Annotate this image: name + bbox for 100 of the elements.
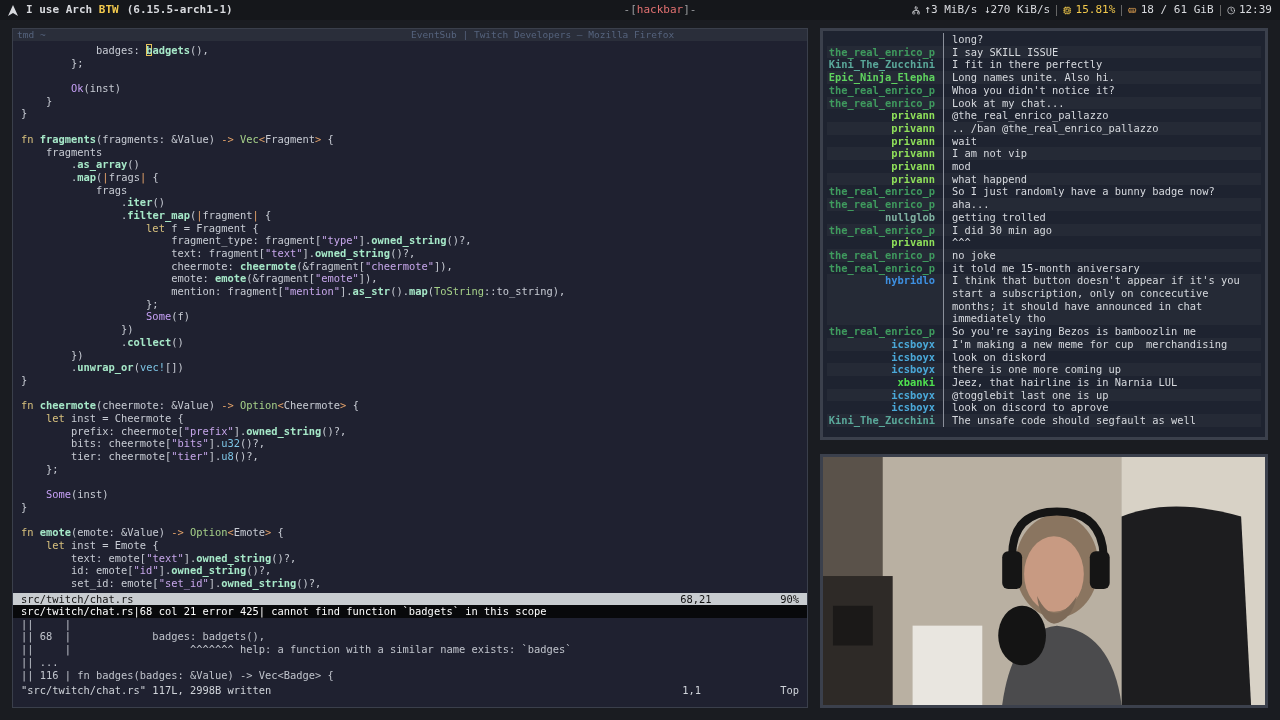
chat-username[interactable]: hybridlo [884,274,935,287]
workspace-title: -[hackbar]- [623,1,697,18]
chat-username[interactable]: the_real_enrico_p [828,261,935,274]
chat-username[interactable]: the_real_enrico_p [828,325,935,338]
arch-logo-icon [8,4,18,16]
chat-message: Jeez, that hairline is in Narnia LUL [952,376,1179,389]
code-line: bits: cheermote["bits"].u32()?, [70,437,265,450]
chat-message: mod [952,160,972,173]
chat-username[interactable]: privann [891,236,935,249]
code-line: fn fragments(fragments: &Value) -> Vec<Fragment> { [21,132,334,146]
chat-username[interactable]: icsboyx [891,388,935,401]
chat-username[interactable]: icsboyx [891,350,935,363]
code-line: .as_array() [70,158,140,171]
code-line: } [45,94,53,108]
chat-username[interactable]: icsboyx [891,401,935,414]
chat-message: it told me 15-month aniversary [952,261,1141,275]
chat-message: there is one more coming up [952,363,1122,376]
code-line: Some(inst) [45,488,109,501]
cpu-usage: 15.81% [1075,1,1116,18]
os-label: I use Arch BTW [26,1,119,18]
chat-message: what happend [952,172,1029,186]
chat-username[interactable]: Epic_Ninja_Elepha [828,71,935,84]
chat-message: I say SKILL ISSUE [952,45,1060,59]
quickfix-line[interactable]: || ... [21,655,59,669]
quickfix-line[interactable]: || | ^^^^^^^ help: a function with a similar name exists: `badges` [21,643,572,656]
quickfix-line[interactable]: || | [21,617,72,631]
code-line: Some(f) [145,310,190,324]
chat-message: So you're saying Bezos is bamboozlin me [952,325,1197,338]
chat-username[interactable]: privann [891,160,935,173]
chat-username[interactable]: privann [891,134,935,147]
code-line: .map(|frags| { [70,170,159,184]
code-line: tier: cheermote["tier"].u8()?, [70,450,259,463]
cursor-position: 1,1 [682,684,702,697]
code-line: text: emote["text"].owned_string()?, [70,551,297,565]
chat-message: @the_real_enrico_pallazzo [952,109,1110,122]
chat-message: getting trolled [952,210,1047,224]
chat-username[interactable]: icsboyx [891,337,935,350]
code-line: set_id: emote["set_id"].owned_string()?, [70,576,322,590]
chat-message: I did 30 min ago [952,223,1054,237]
chat-username[interactable]: the_real_enrico_p [828,96,935,109]
code-line: } [21,107,28,121]
window-title: tmd ~ [17,27,46,42]
chat-message: So I just randomly have a bunny badge now? [952,185,1216,199]
code-line: }) [120,323,134,336]
code-line: text: fragment["text"].owned_string()?, [170,247,416,260]
cursor-position: 68,21 [680,593,713,606]
chat-username[interactable]: nullglob [884,210,935,223]
chat-message: Look at my chat... [952,96,1066,110]
quickfix-line[interactable]: || 68 | badges: badgets(), [21,630,265,644]
chat-username[interactable]: icsboyx [891,363,935,376]
chat-username[interactable]: privann [891,147,935,160]
chat-message: The unsafe code should segfault as well [952,414,1197,427]
chat-message: Whoa you didn't notice it? [952,83,1116,97]
chat-username[interactable]: the_real_enrico_p [828,45,935,58]
code-line: id: emote["id"].owned_string()?, [70,564,272,577]
code-line: .iter() [120,196,165,209]
code-line: frags [95,183,128,197]
code-line: .unwrap_or(vec![]) [70,361,184,374]
chat-username[interactable]: the_real_enrico_p [828,83,935,96]
chat-message: ^^^ [952,236,972,249]
chat-username[interactable]: privann [891,172,935,185]
code-line: fn cheermote(cheermote: &Value) -> Option<Cheermote> { [21,399,359,412]
chat-message: I'm making a new meme for cup merchandising [952,337,1229,351]
file-name: src/twitch/chat.rs [21,593,135,606]
code-line: fn emote(emote: &Value) -> Option<Emote> { [21,526,284,539]
chat-message: .. /ban @the_real_enrico_pallazzo [952,121,1160,135]
scroll-percent: 90% [780,593,799,606]
code-line: mention: fragment["mention"].as_str().map(ToString::to_string), [170,285,566,298]
kernel-version: (6.15.5-arch1-1) [126,1,233,18]
code-line: }; [70,56,84,70]
chat-message: I fit in there perfectly [952,58,1104,72]
code-line: .filter_map(|fragment| { [120,208,272,222]
chat-message: I am not vip [952,147,1029,161]
code-line: } [21,500,28,514]
chat-username[interactable]: Kini_The_Zucchini [828,58,935,71]
chat-message: no joke [952,248,997,262]
code-line: emote: emote(&fragment["emote"]), [170,272,378,286]
chat-username[interactable]: the_real_enrico_p [828,198,935,211]
command-message: "src/twitch/chat.rs" 117L, 2998B written [21,684,273,697]
code-line: Ok(inst) [70,82,122,95]
quickfix-line[interactable]: || 116 | fn badges(badges: &Value) -> Vec<Badge> { [21,668,334,682]
chat-message: @togglebit last one is up [952,388,1110,402]
clock-icon [1226,4,1235,16]
chat-username[interactable]: Kini_The_Zucchini [828,414,935,427]
scroll-position: Top [780,684,799,697]
chat-username[interactable]: privann [891,109,935,122]
memory-usage: 18 / 61 GiB [1140,1,1214,18]
chat-username[interactable]: the_real_enrico_p [828,185,935,198]
chat-username[interactable]: the_real_enrico_p [828,248,935,261]
code-line: cheermote: cheermote(&fragment["cheermote"]), [170,259,453,273]
chat-username[interactable]: the_real_enrico_p [828,223,935,236]
code-line: fragment_type: fragment["type"].owned_string()?, [170,234,472,247]
code-line: .collect() [120,335,184,349]
code-line: let f = Fragment { [146,221,259,235]
chat-message: look on discord to aprove [952,401,1110,415]
chat-message: wait [952,134,979,148]
cpu-icon [1063,4,1072,16]
chat-username[interactable]: privann [891,121,935,134]
chat-username[interactable]: xbanki [897,376,935,388]
code-line: } [21,373,28,387]
